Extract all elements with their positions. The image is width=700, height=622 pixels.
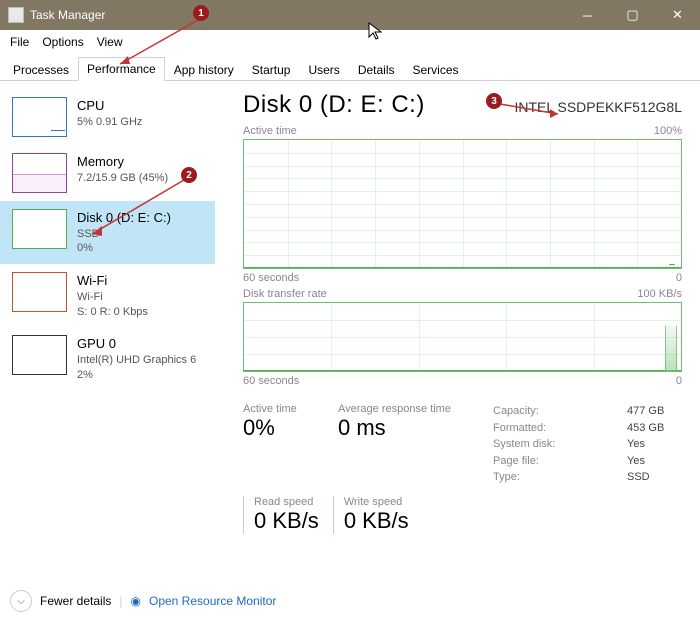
active-time-chart[interactable] [243,139,682,269]
chart1-axis-right: 0 [676,272,682,284]
formatted-k: Formatted: [493,420,546,437]
content-area: CPU 5% 0.91 GHz Memory 7.2/15.9 GB (45%)… [0,81,700,586]
window-controls: ─ ▢ ✕ [565,0,700,30]
tab-users[interactable]: Users [299,58,348,81]
task-manager-icon [8,7,24,23]
tabstrip: Processes Performance App history Startu… [0,54,700,81]
read-label: Read speed [254,496,319,508]
sidebar-item-disk0[interactable]: Disk 0 (D: E: C:) SSD 0% [0,201,215,264]
read-value: 0 KB/s [254,508,319,534]
chart2-label: Disk transfer rate [243,288,327,300]
cpu-title: CPU [77,97,142,115]
disk-sub2: 0% [77,241,171,256]
sidebar-item-cpu[interactable]: CPU 5% 0.91 GHz [0,89,215,145]
chart2-axis-right: 0 [676,375,682,387]
chart1-axis-left: 60 seconds [243,272,299,284]
memory-thumb-chart [12,153,67,193]
disk-thumb-chart [12,209,67,249]
sidebar-item-wifi[interactable]: Wi-Fi Wi-Fi S: 0 R: 0 Kbps [0,264,215,327]
footer-sep: | [119,594,122,608]
gpu-sub2: 2% [77,368,196,383]
menubar: File Options View [0,30,700,54]
active-time-label: Active time [243,403,338,415]
write-value: 0 KB/s [344,508,409,534]
wifi-sub1: Wi-Fi [77,290,148,305]
system-k: System disk: [493,436,555,453]
maximize-button[interactable]: ▢ [610,0,655,30]
cpu-sub: 5% 0.91 GHz [77,115,142,130]
menu-file[interactable]: File [4,32,35,52]
chart1-max: 100% [654,125,682,137]
tab-services[interactable]: Services [404,58,468,81]
tab-processes[interactable]: Processes [4,58,78,81]
transfer-rate-chart[interactable] [243,302,682,372]
type-v: SSD [627,469,682,486]
wifi-sub2: S: 0 R: 0 Kbps [77,305,148,320]
memory-title: Memory [77,153,168,171]
avg-resp-label: Average response time [338,403,493,415]
tab-performance[interactable]: Performance [78,57,165,81]
capacity-k: Capacity: [493,403,539,420]
active-time-value: 0% [243,415,338,441]
titlebar[interactable]: Task Manager ─ ▢ ✕ [0,0,700,30]
avg-resp-value: 0 ms [338,415,493,441]
open-resource-monitor-link[interactable]: Open Resource Monitor [149,594,276,608]
close-button[interactable]: ✕ [655,0,700,30]
gpu-title: GPU 0 [77,335,196,353]
mouse-cursor-icon [368,22,384,47]
minimize-button[interactable]: ─ [565,0,610,30]
tab-app-history[interactable]: App history [165,58,243,81]
chart2-axis-left: 60 seconds [243,375,299,387]
fewer-details-toggle[interactable]: ⌵ [10,590,32,612]
fewer-details-label[interactable]: Fewer details [40,594,111,608]
annotation-2: 2 [181,167,197,183]
tab-startup[interactable]: Startup [243,58,300,81]
menu-view[interactable]: View [91,32,129,52]
annotation-3: 3 [486,93,502,109]
resource-monitor-icon: ◉ [131,594,141,608]
menu-options[interactable]: Options [36,32,89,52]
formatted-v: 453 GB [627,420,682,437]
chart2-max: 100 KB/s [637,288,682,300]
wifi-thumb-chart [12,272,67,312]
write-label: Write speed [344,496,409,508]
annotation-1: 1 [193,5,209,21]
capacity-v: 477 GB [627,403,682,420]
system-v: Yes [627,436,682,453]
cpu-thumb-chart [12,97,67,137]
window-title: Task Manager [30,8,105,22]
wifi-title: Wi-Fi [77,272,148,290]
page-v: Yes [627,453,682,470]
gpu-thumb-chart [12,335,67,375]
disk-sub1: SSD [77,227,171,242]
disk-model: INTEL SSDPEKKF512G8L [514,99,682,115]
disk-title: Disk 0 (D: E: C:) [77,209,171,227]
disk-stats: Active time 0% Average response time 0 m… [243,403,682,486]
footer: ⌵ Fewer details | ◉ Open Resource Monito… [10,590,276,612]
detail-pane: Disk 0 (D: E: C:) INTEL SSDPEKKF512G8L A… [215,81,700,586]
chart1-label: Active time [243,125,297,137]
memory-sub: 7.2/15.9 GB (45%) [77,171,168,186]
sidebar-item-gpu0[interactable]: GPU 0 Intel(R) UHD Graphics 6 2% [0,327,215,390]
gpu-sub1: Intel(R) UHD Graphics 6 [77,353,196,368]
performance-sidebar: CPU 5% 0.91 GHz Memory 7.2/15.9 GB (45%)… [0,81,215,586]
tab-details[interactable]: Details [349,58,404,81]
type-k: Type: [493,469,520,486]
detail-title: Disk 0 (D: E: C:) [243,91,425,119]
page-k: Page file: [493,453,539,470]
